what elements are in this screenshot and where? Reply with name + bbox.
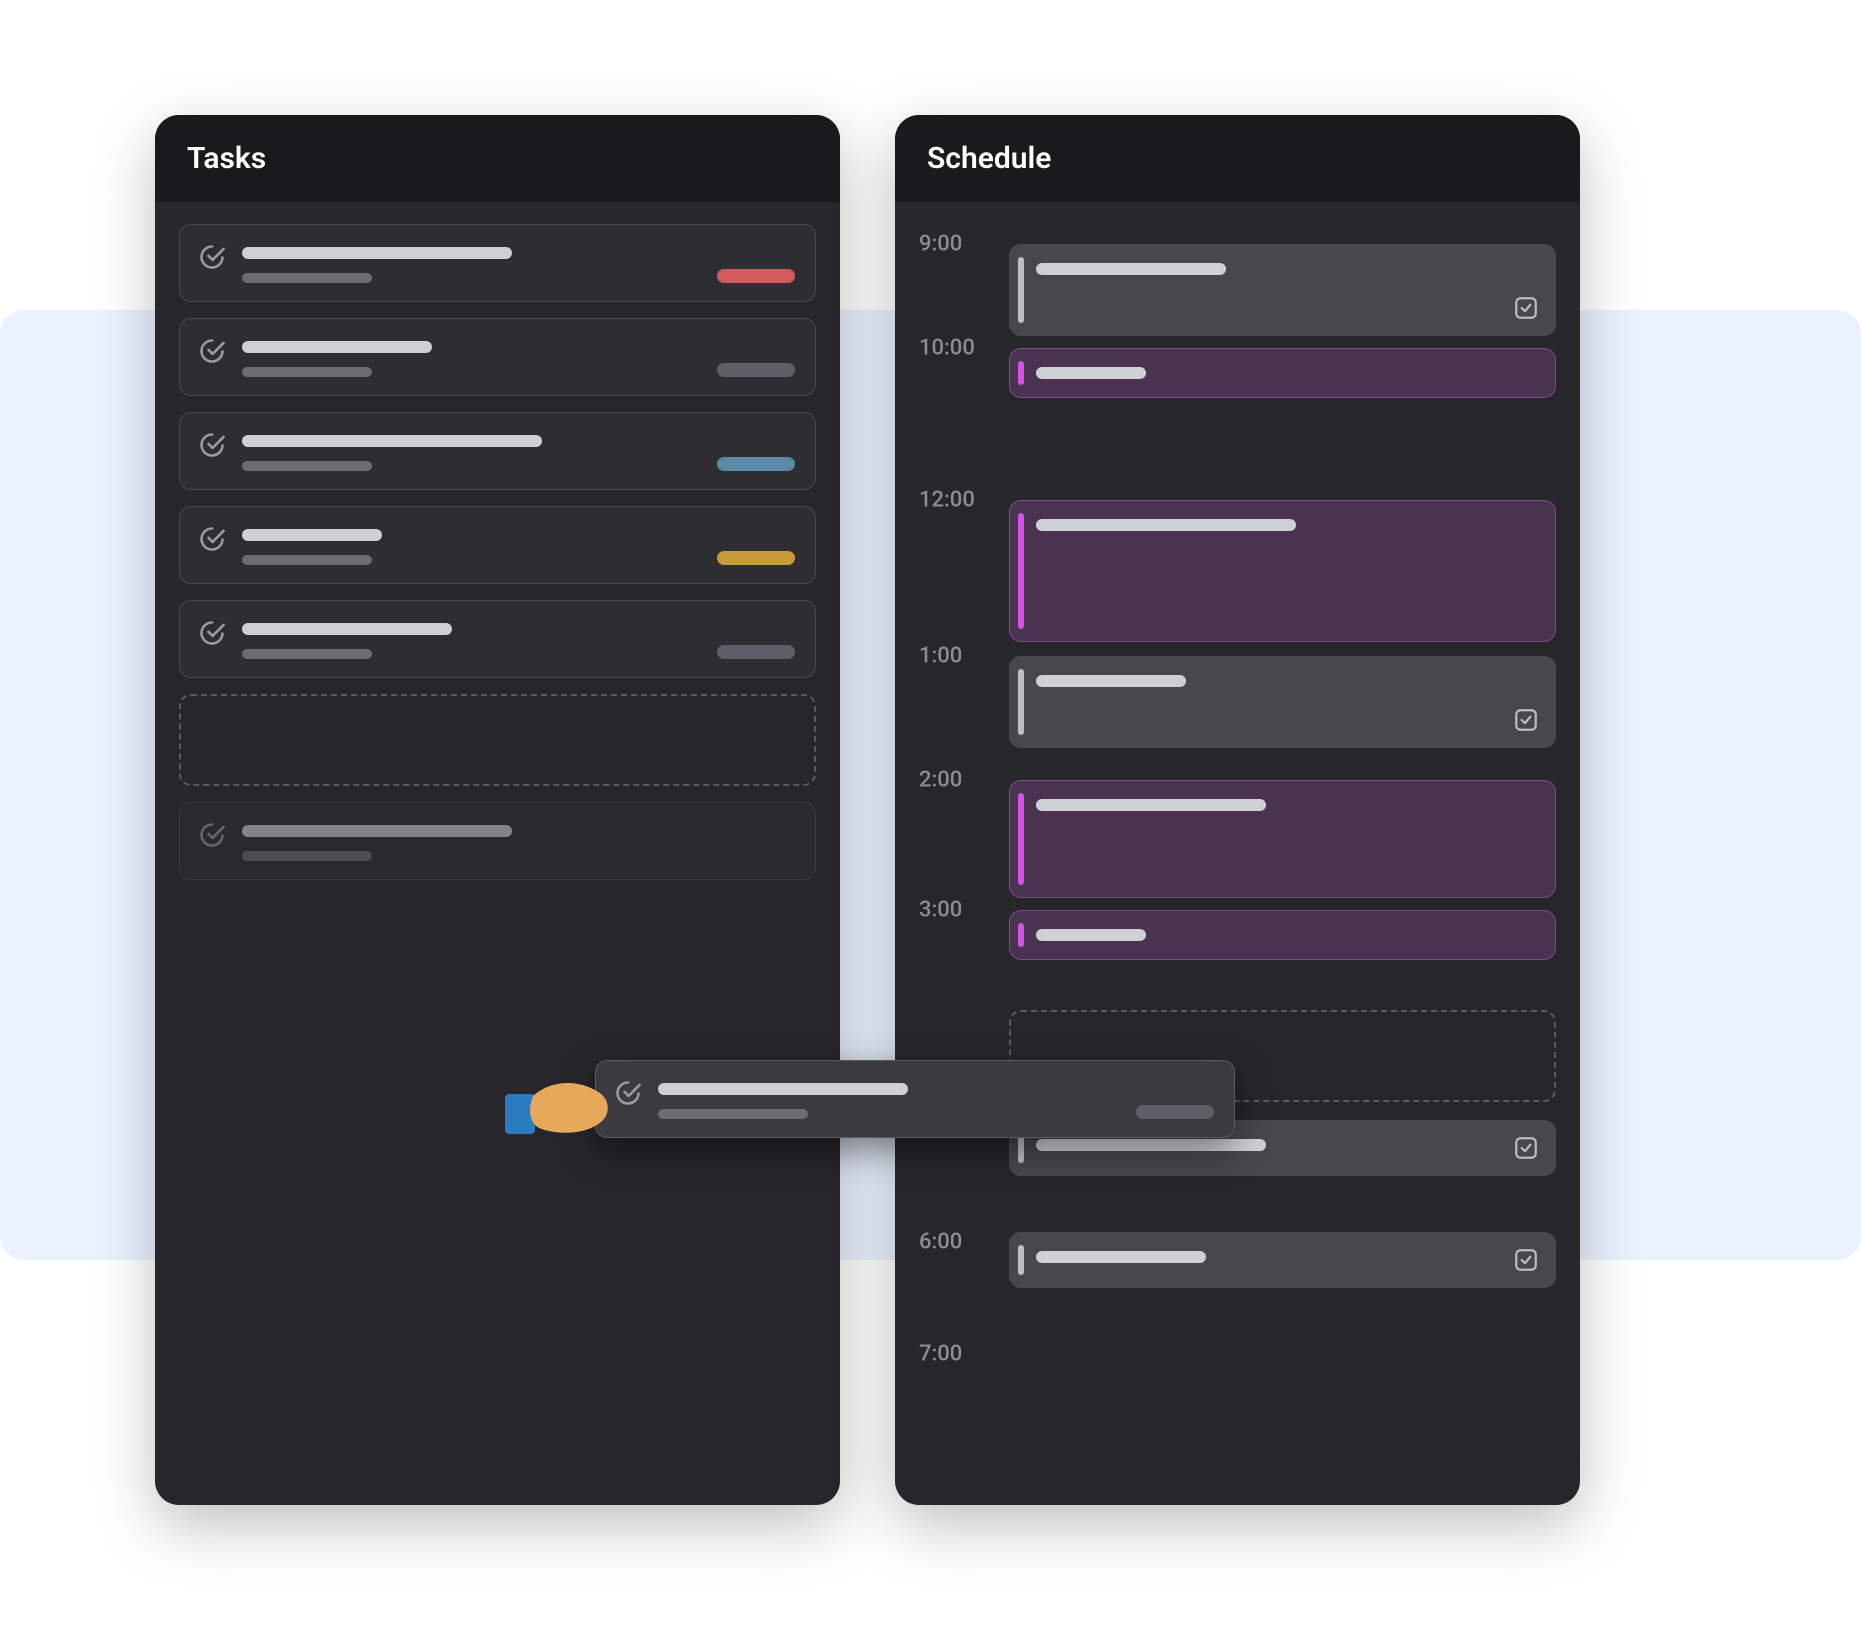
event-title-skeleton bbox=[1036, 675, 1186, 687]
task-complete-icon[interactable] bbox=[198, 821, 226, 849]
task-complete-icon[interactable] bbox=[614, 1079, 642, 1107]
schedule-event[interactable] bbox=[1009, 910, 1556, 960]
hour-label: 3:00 bbox=[919, 898, 989, 923]
task-title-skeleton bbox=[242, 529, 382, 541]
hour-label: 2:00 bbox=[919, 768, 989, 793]
event-accent bbox=[1018, 1245, 1024, 1275]
event-done-icon[interactable] bbox=[1513, 295, 1539, 321]
event-title-skeleton bbox=[1036, 263, 1226, 275]
task-subtitle-skeleton bbox=[658, 1109, 808, 1119]
task-title-skeleton bbox=[658, 1083, 908, 1095]
tasks-list bbox=[155, 202, 840, 902]
schedule-panel: Schedule 9:0010:0012:001:002:003:005:006… bbox=[895, 115, 1580, 1505]
event-accent bbox=[1018, 793, 1024, 885]
event-accent bbox=[1018, 361, 1024, 385]
hour-label: 6:00 bbox=[919, 1230, 989, 1255]
task-card[interactable] bbox=[179, 506, 816, 584]
task-complete-icon[interactable] bbox=[198, 619, 226, 647]
task-content bbox=[242, 341, 795, 377]
task-content bbox=[242, 435, 795, 471]
task-tag bbox=[717, 269, 795, 283]
event-title-skeleton bbox=[1036, 799, 1266, 811]
task-complete-icon[interactable] bbox=[198, 243, 226, 271]
task-content bbox=[242, 825, 795, 861]
hour-label: 9:00 bbox=[919, 232, 989, 257]
task-title-skeleton bbox=[242, 247, 512, 259]
task-content bbox=[242, 623, 795, 659]
task-subtitle-skeleton bbox=[242, 273, 372, 283]
event-accent bbox=[1018, 257, 1024, 323]
event-accent bbox=[1018, 923, 1024, 947]
task-title-skeleton bbox=[242, 623, 452, 635]
task-content bbox=[658, 1083, 1214, 1119]
schedule-body: 9:0010:0012:001:002:003:005:006:007:00 bbox=[895, 202, 1580, 1420]
task-title-skeleton bbox=[242, 435, 542, 447]
event-accent bbox=[1018, 669, 1024, 735]
drag-hand-icon bbox=[505, 1072, 615, 1142]
event-title-skeleton bbox=[1036, 519, 1296, 531]
task-tag bbox=[717, 645, 795, 659]
schedule-event[interactable] bbox=[1009, 780, 1556, 898]
task-subtitle-skeleton bbox=[242, 367, 372, 377]
event-done-icon[interactable] bbox=[1513, 1135, 1539, 1161]
task-complete-icon[interactable] bbox=[198, 431, 226, 459]
schedule-panel-title: Schedule bbox=[895, 115, 1580, 202]
schedule-event[interactable] bbox=[1009, 1232, 1556, 1288]
task-card[interactable] bbox=[179, 318, 816, 396]
task-complete-icon[interactable] bbox=[198, 337, 226, 365]
task-title-skeleton bbox=[242, 825, 512, 837]
event-done-icon[interactable] bbox=[1513, 707, 1539, 733]
schedule-event[interactable] bbox=[1009, 500, 1556, 642]
tasks-drop-zone[interactable] bbox=[179, 694, 816, 786]
schedule-event[interactable] bbox=[1009, 656, 1556, 748]
task-subtitle-skeleton bbox=[242, 555, 372, 565]
task-subtitle-skeleton bbox=[242, 851, 372, 861]
dragging-task-card[interactable] bbox=[595, 1060, 1235, 1138]
hour-label: 10:00 bbox=[919, 336, 989, 361]
tasks-panel-title: Tasks bbox=[155, 115, 840, 202]
schedule-event[interactable] bbox=[1009, 348, 1556, 398]
task-subtitle-skeleton bbox=[242, 461, 372, 471]
task-tag bbox=[717, 551, 795, 565]
schedule-event[interactable] bbox=[1009, 244, 1556, 336]
task-card[interactable] bbox=[179, 600, 816, 678]
task-tag bbox=[717, 457, 795, 471]
task-tag bbox=[1136, 1105, 1214, 1119]
task-complete-icon[interactable] bbox=[198, 525, 226, 553]
event-title-skeleton bbox=[1036, 929, 1146, 941]
event-title-skeleton bbox=[1036, 1251, 1206, 1263]
hour-label: 1:00 bbox=[919, 644, 989, 669]
task-content bbox=[242, 247, 795, 283]
task-tag bbox=[717, 363, 795, 377]
hour-label: 7:00 bbox=[919, 1342, 989, 1367]
task-card[interactable] bbox=[179, 802, 816, 880]
task-card[interactable] bbox=[179, 224, 816, 302]
tasks-panel: Tasks bbox=[155, 115, 840, 1505]
task-title-skeleton bbox=[242, 341, 432, 353]
task-subtitle-skeleton bbox=[242, 649, 372, 659]
event-done-icon[interactable] bbox=[1513, 1247, 1539, 1273]
event-title-skeleton bbox=[1036, 367, 1146, 379]
hour-label: 12:00 bbox=[919, 488, 989, 513]
event-title-skeleton bbox=[1036, 1139, 1266, 1151]
task-content bbox=[242, 529, 795, 565]
event-accent bbox=[1018, 513, 1024, 629]
task-card[interactable] bbox=[179, 412, 816, 490]
